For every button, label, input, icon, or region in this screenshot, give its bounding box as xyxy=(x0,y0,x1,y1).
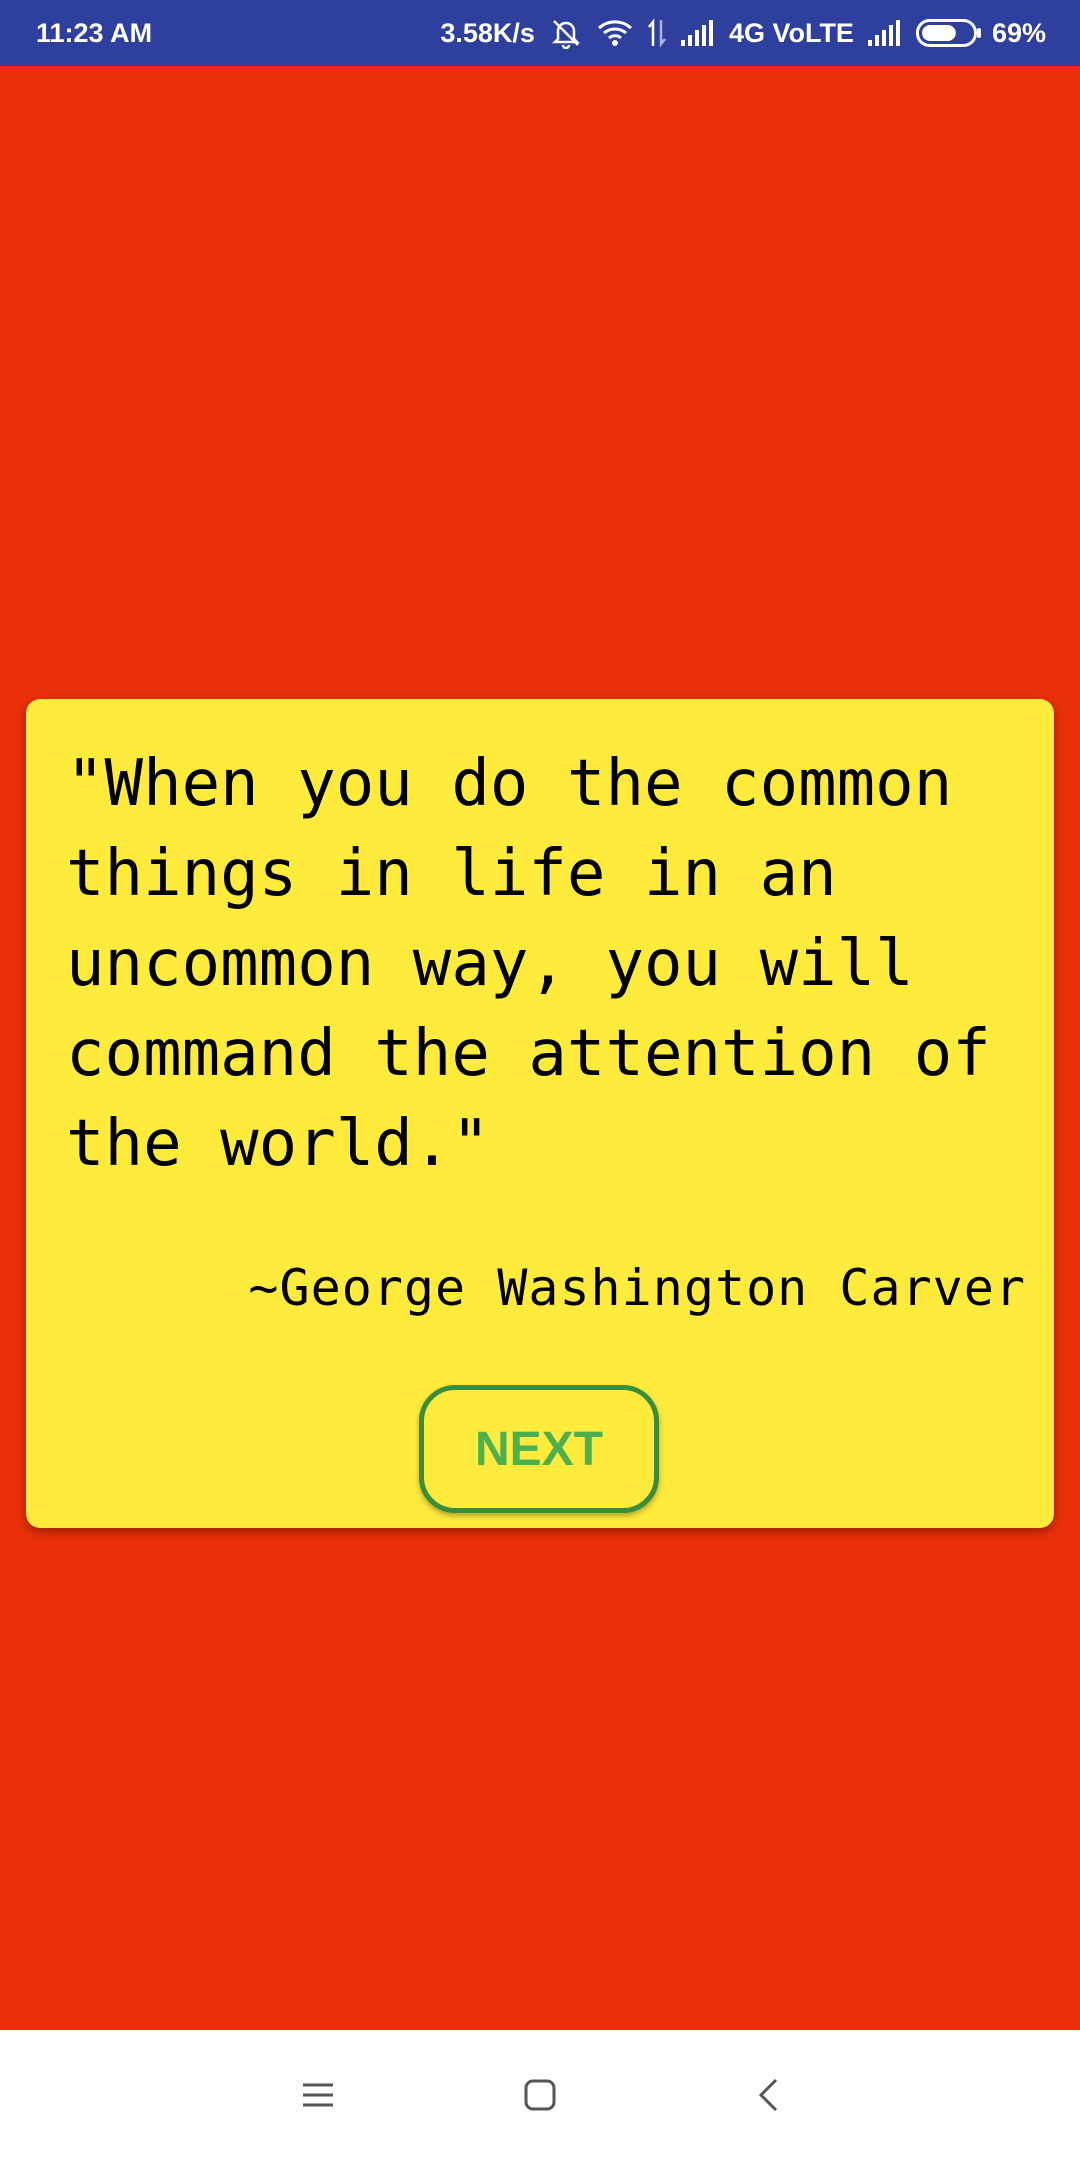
menu-icon[interactable] xyxy=(288,2065,348,2125)
network-label: 4G VoLTE xyxy=(728,17,854,48)
status-icons: 3.58K/s 4G VoLTE 69% xyxy=(440,17,1046,49)
next-button[interactable]: NEXT xyxy=(419,1385,659,1513)
back-icon[interactable] xyxy=(738,2065,798,2125)
home-icon[interactable] xyxy=(510,2065,570,2125)
battery-percent: 69% xyxy=(991,17,1046,48)
status-time: 11:23 AM xyxy=(36,17,153,48)
signal-icon xyxy=(680,20,715,46)
battery: 69% xyxy=(915,17,1046,49)
net-speed: 3.58K/s xyxy=(440,17,535,48)
quote-author: ~George Washington Carver xyxy=(248,1259,1026,1317)
mute-icon xyxy=(549,17,583,49)
quote-card: "When you do the common things in life i… xyxy=(26,699,1054,1528)
quote-text: "When you do the common things in life i… xyxy=(66,747,1030,1181)
main-area: "When you do the common things in life i… xyxy=(0,66,1080,2030)
wifi-icon xyxy=(597,19,633,47)
signal-icon xyxy=(867,20,902,46)
navigation-bar xyxy=(0,2030,1080,2160)
data-transfer-icon xyxy=(647,18,667,48)
status-bar: 11:23 AM 3.58K/s 4G VoLTE 69% xyxy=(0,0,1080,66)
battery-icon xyxy=(915,19,982,47)
